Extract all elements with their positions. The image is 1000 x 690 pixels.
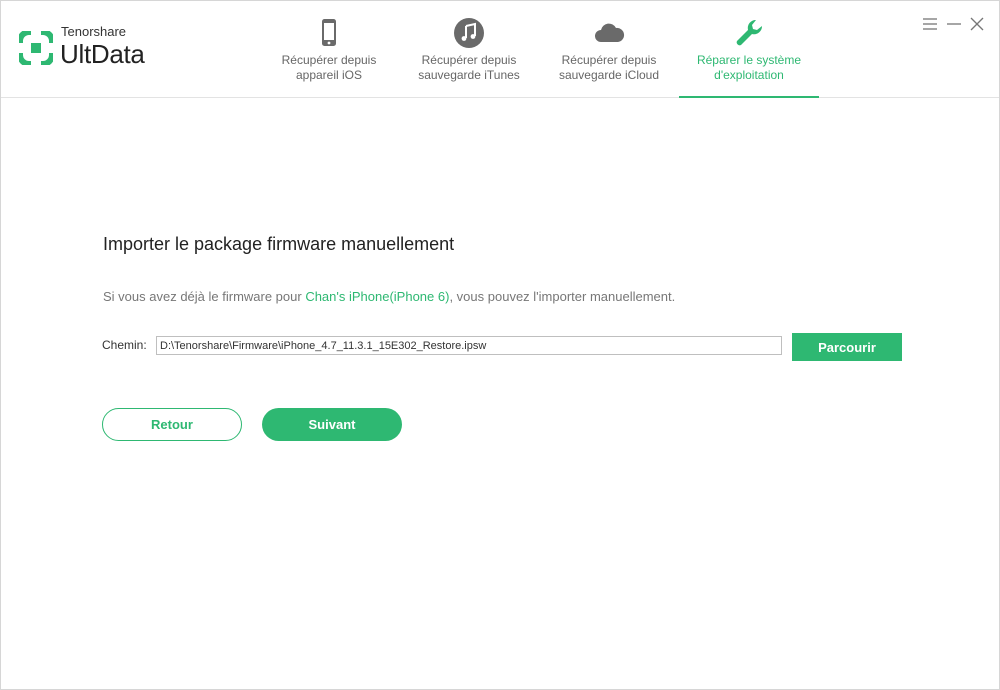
phone-icon: [322, 19, 336, 46]
tab-repair-os[interactable]: Réparer le système d'exploitation: [679, 1, 819, 98]
back-button[interactable]: Retour: [102, 408, 242, 441]
header-bar: Tenorshare UltData Récupérer depuis appa…: [1, 1, 999, 98]
tab-recover-icloud-backup[interactable]: Récupérer depuis sauvegarde iCloud: [539, 1, 679, 97]
ultdata-logo-icon: [19, 31, 53, 65]
device-name: Chan's iPhone(iPhone 6): [305, 289, 450, 304]
product-name: UltData: [60, 39, 145, 69]
page-title: Importer le package firmware manuellemen…: [103, 234, 455, 254]
active-tab-indicator: [679, 96, 819, 98]
cloud-icon: [595, 23, 625, 42]
description-text: Si vous avez déjà le firmware pour: [103, 289, 306, 304]
app-window: Tenorshare UltData Récupérer depuis appa…: [0, 0, 1000, 690]
tab-label: Récupérer depuis sauvegarde iTunes: [418, 53, 520, 82]
path-label: Chemin:: [102, 338, 147, 352]
tab-recover-itunes-backup[interactable]: Récupérer depuis sauvegarde iTunes: [399, 1, 539, 97]
wrench-icon: [736, 19, 763, 46]
tab-recover-ios-device[interactable]: Récupérer depuis appareil iOS: [259, 1, 399, 97]
import-description: Si vous avez déjà le firmware pour Chan'…: [103, 289, 675, 304]
tab-label: Récupérer depuis appareil iOS: [281, 53, 377, 82]
tab-label: Récupérer depuis sauvegarde iCloud: [558, 53, 660, 82]
description-text-end: , vous pouvez l'importer manuellement.: [449, 289, 676, 304]
music-note-icon: [454, 18, 484, 48]
tab-label: Réparer le système d'exploitation: [696, 53, 802, 82]
next-button[interactable]: Suivant: [262, 408, 402, 441]
menu-icon[interactable]: [921, 15, 939, 33]
minimize-icon[interactable]: [945, 15, 963, 33]
company-name: Tenorshare: [61, 24, 127, 39]
firmware-path-input[interactable]: [156, 336, 782, 355]
close-icon[interactable]: [968, 15, 986, 33]
browse-button[interactable]: Parcourir: [792, 333, 902, 361]
app-logo: Tenorshare UltData: [19, 23, 159, 73]
